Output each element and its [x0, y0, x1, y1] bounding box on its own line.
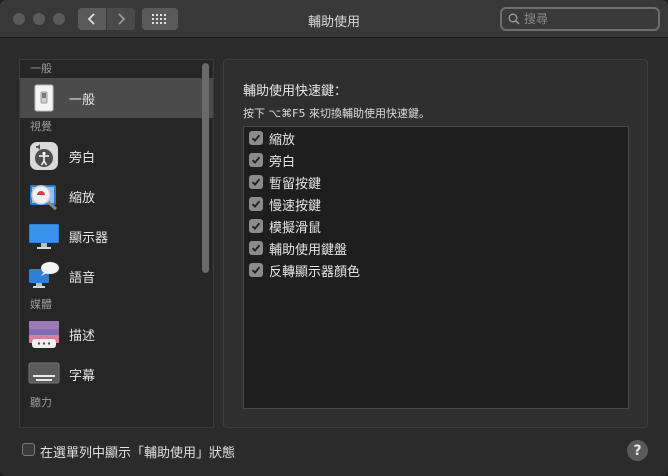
option-label: 縮放 — [269, 132, 296, 148]
option-label: 反轉顯示器顏色 — [269, 264, 361, 280]
checkbox-checked[interactable] — [249, 175, 263, 189]
sidebar-item-label: 字幕 — [69, 368, 96, 384]
zoom-icon — [28, 180, 60, 212]
checkbox-checked[interactable] — [249, 241, 263, 255]
help-button[interactable]: ? — [627, 440, 648, 461]
general-settings-panel: 輔助使用快速鍵： 按下 ⌥⌘F5 來切換輔助使用快速鍵。 縮放 旁白 暫留按鍵 … — [223, 59, 648, 428]
list-item[interactable]: 輔助使用鍵盤 — [244, 237, 628, 259]
option-label: 暫留按鍵 — [269, 176, 322, 192]
sidebar-item-display[interactable]: 顯示器 — [20, 216, 213, 256]
option-label: 慢速按鍵 — [269, 198, 322, 214]
show-status-in-menu-bar-checkbox[interactable] — [22, 443, 35, 456]
checkmark-icon — [251, 200, 261, 208]
checkbox-checked[interactable] — [249, 263, 263, 277]
option-label: 輔助使用鍵盤 — [269, 242, 348, 258]
sidebar-section-vision: 視覺 — [30, 120, 52, 133]
list-item[interactable]: 縮放 — [244, 127, 628, 149]
sidebar-scrollbar[interactable] — [200, 61, 210, 425]
sidebar-section-general: 一般 — [30, 62, 52, 75]
sidebar-item-speech[interactable]: 語音 — [20, 256, 213, 296]
checkmark-icon — [251, 156, 261, 164]
checkmark-icon — [251, 244, 261, 252]
sidebar-item-label: 描述 — [69, 328, 96, 344]
sidebar-item-zoom[interactable]: 縮放 — [20, 176, 213, 216]
sidebar-item-descriptions[interactable]: 描述 — [20, 314, 213, 354]
accessibility-window: 輔助使用 一般 一般 視覺 — [0, 0, 668, 476]
checkmark-icon — [251, 134, 261, 142]
captions-icon — [28, 358, 60, 390]
checkbox-checked[interactable] — [249, 197, 263, 211]
display-icon — [28, 220, 60, 252]
checkmark-icon — [251, 266, 261, 274]
descriptions-icon — [28, 318, 60, 350]
sidebar-item-label: 一般 — [69, 92, 96, 108]
sidebar-item-captions[interactable]: 字幕 — [20, 354, 213, 394]
sidebar-item-label: 縮放 — [69, 190, 96, 206]
title-bar: 輔助使用 — [0, 0, 668, 38]
checkmark-icon — [251, 178, 261, 186]
option-label: 模擬滑鼠 — [269, 220, 322, 236]
shortcut-options-list: 縮放 旁白 暫留按鍵 慢速按鍵 模擬滑鼠 輔助使用鍵盤 反轉顯示器顏色 — [243, 126, 629, 409]
sidebar: 一般 一般 視覺 旁白 縮放 顯示器 語音 媒體 描述 字幕 聽力 — [19, 59, 214, 428]
show-status-in-menu-bar-label[interactable]: 在選單列中顯示「輔助使用」狀態 — [40, 442, 235, 461]
search-input[interactable] — [524, 12, 644, 26]
list-item[interactable]: 慢速按鍵 — [244, 193, 628, 215]
sidebar-item-label: 旁白 — [69, 150, 96, 166]
speech-icon — [28, 260, 60, 292]
list-item[interactable]: 旁白 — [244, 149, 628, 171]
sidebar-item-label: 顯示器 — [69, 230, 109, 246]
list-item[interactable]: 模擬滑鼠 — [244, 215, 628, 237]
checkbox-checked[interactable] — [249, 219, 263, 233]
checkbox-checked[interactable] — [249, 153, 263, 167]
shortcut-heading: 輔助使用快速鍵： — [243, 84, 348, 99]
list-item[interactable]: 反轉顯示器顏色 — [244, 259, 628, 281]
sidebar-section-hearing: 聽力 — [30, 396, 52, 409]
shortcut-hint: 按下 ⌥⌘F5 來切換輔助使用快速鍵。 — [243, 107, 430, 120]
sidebar-item-label: 語音 — [69, 270, 96, 286]
sidebar-item-voiceover[interactable]: 旁白 — [20, 136, 213, 176]
scrollbar-thumb[interactable] — [202, 63, 209, 273]
sidebar-section-media: 媒體 — [30, 298, 52, 311]
general-icon — [28, 82, 60, 114]
list-item[interactable]: 暫留按鍵 — [244, 171, 628, 193]
checkmark-icon — [251, 222, 261, 230]
sidebar-item-general[interactable]: 一般 — [20, 78, 213, 118]
checkbox-checked[interactable] — [249, 131, 263, 145]
search-icon — [508, 13, 520, 25]
option-label: 旁白 — [269, 154, 296, 170]
search-field[interactable] — [500, 7, 660, 31]
voiceover-icon — [28, 140, 60, 172]
